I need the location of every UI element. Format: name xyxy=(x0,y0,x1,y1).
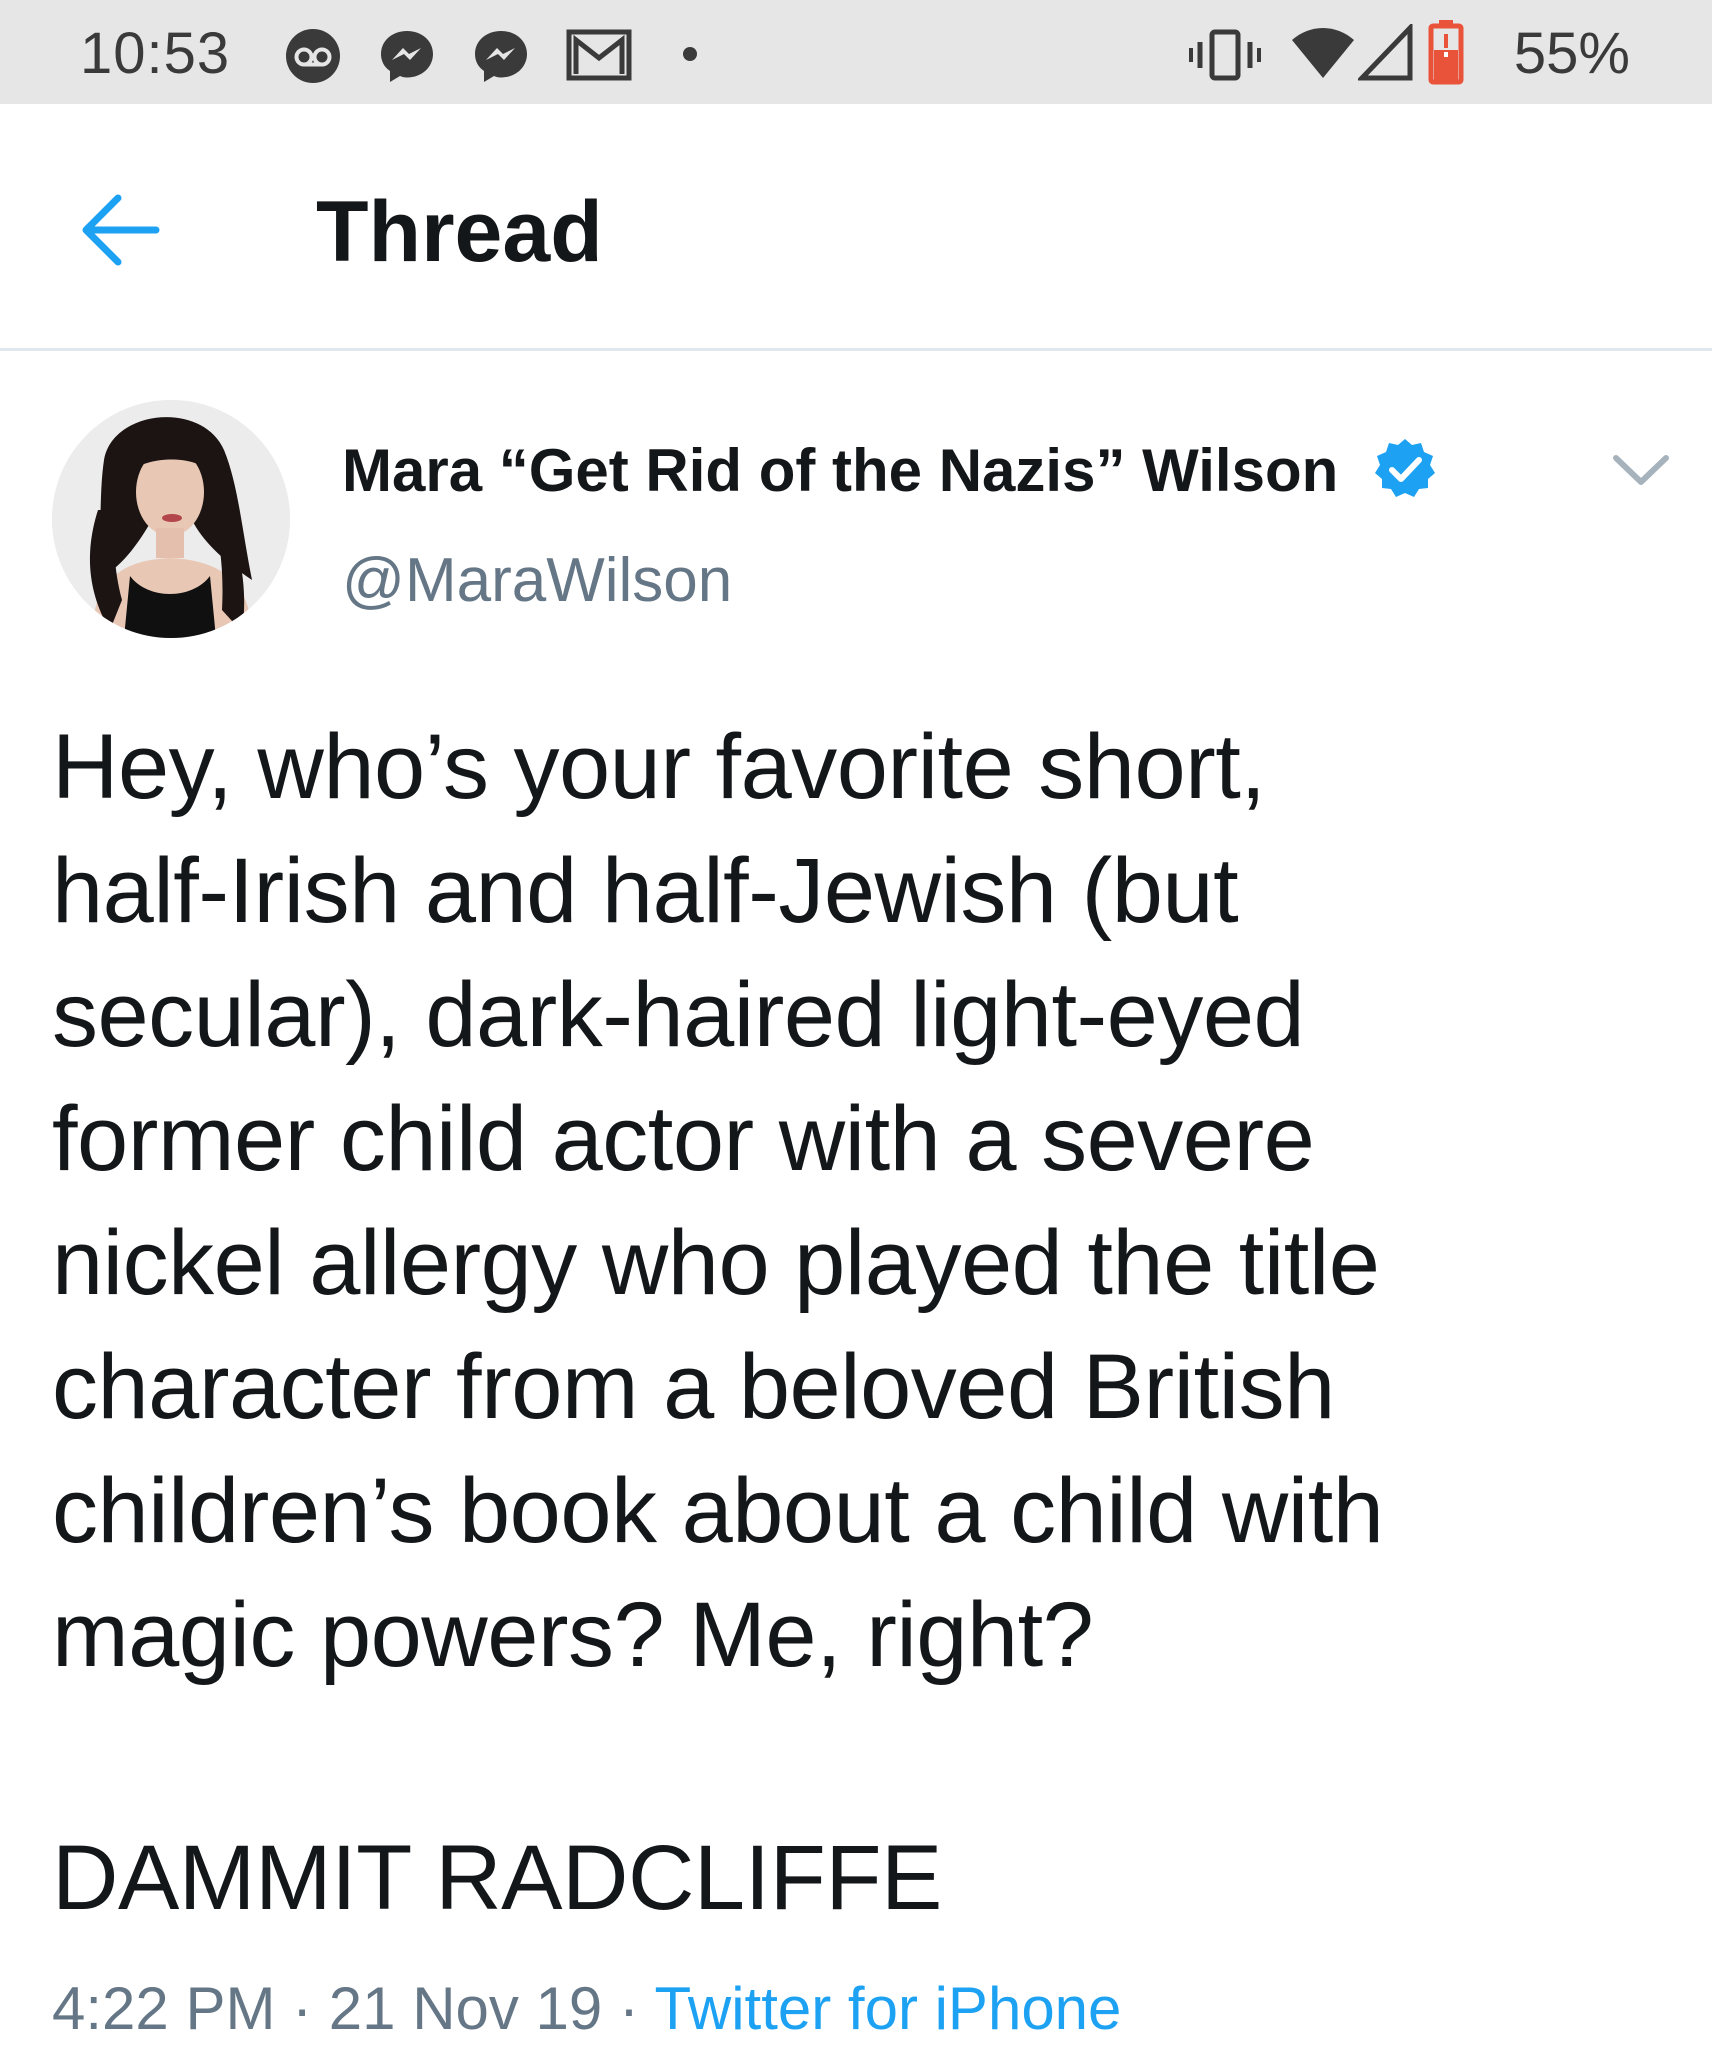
tweet-time[interactable]: 4:22 PM xyxy=(52,1975,275,2042)
back-button[interactable] xyxy=(70,178,174,282)
battery-low-icon xyxy=(1428,20,1464,85)
tweet-text-line: former child actor with a severe xyxy=(52,1088,1315,1190)
messenger-icon xyxy=(381,31,433,82)
tweet-text-line: children’s book about a child with xyxy=(52,1460,1384,1562)
chevron-down-icon xyxy=(1613,455,1669,485)
tweet-punchline: DAMMIT RADCLIFFE xyxy=(52,1827,942,1929)
dot-icon xyxy=(683,47,697,61)
tweet-text-line: secular), dark-haired light-eyed xyxy=(52,964,1305,1066)
author-handle[interactable]: @MaraWilson xyxy=(342,548,732,614)
avatar-image xyxy=(52,400,290,638)
tweet-text-line: character from a beloved British xyxy=(52,1336,1335,1438)
meta-separator: · xyxy=(602,1975,655,2042)
tweet-text-line: half-Irish and half-Jewish (but xyxy=(52,840,1239,942)
verified-badge-icon xyxy=(1375,439,1435,497)
meta-separator: · xyxy=(275,1975,329,2042)
tweet-text: Hey, who’s your favorite short, half-Iri… xyxy=(52,705,1612,1697)
tweet-text-line: Hey, who’s your favorite short, xyxy=(52,716,1266,818)
tweet-text-line: nickel allergy who played the title xyxy=(52,1212,1380,1314)
cell-signal-icon xyxy=(1358,24,1413,81)
wifi-icon xyxy=(1292,28,1354,78)
arrow-left-icon xyxy=(82,194,160,266)
avatar[interactable] xyxy=(52,400,290,638)
status-time: 10:53 xyxy=(80,21,231,86)
tweet-meta: 4:22 PM · 21 Nov 19 · Twitter for iPhone xyxy=(52,1974,1121,2044)
page-title: Thread xyxy=(316,184,603,280)
tweet-text-line: magic powers? Me, right? xyxy=(52,1584,1094,1686)
gmail-icon xyxy=(566,29,632,81)
voicemail-icon xyxy=(286,29,340,83)
messenger-icon xyxy=(475,31,527,82)
vibrate-icon xyxy=(1189,29,1261,81)
author-name[interactable]: Mara “Get Rid of the Nazis” Wilson xyxy=(342,438,1338,504)
battery-percent: 55% xyxy=(1513,21,1630,86)
status-bar: 10:53 55% xyxy=(0,0,1712,104)
system-status-icons: 55% xyxy=(1152,0,1712,104)
tweet-date[interactable]: 21 Nov 19 xyxy=(329,1975,603,2042)
thread-header: Thread xyxy=(0,104,1712,351)
tweet-source-link[interactable]: Twitter for iPhone xyxy=(655,1975,1122,2042)
tweet-options-button[interactable] xyxy=(1606,440,1676,500)
